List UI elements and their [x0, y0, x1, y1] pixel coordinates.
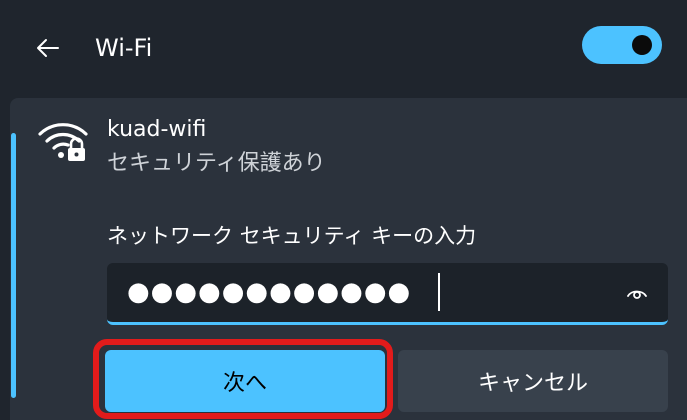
wifi-toggle[interactable] — [582, 26, 662, 64]
reveal-password-button[interactable] — [624, 281, 650, 303]
cancel-button[interactable]: キャンセル — [398, 350, 668, 412]
text-caret — [438, 273, 440, 311]
security-key-input[interactable]: ●●●●●●●●●●●● — [107, 263, 668, 325]
eye-icon — [627, 290, 647, 299]
wifi-secured-icon — [38, 123, 88, 161]
wifi-header: Wi-Fi — [0, 0, 687, 98]
next-button[interactable]: 次へ — [105, 350, 385, 412]
back-button[interactable] — [28, 30, 68, 66]
security-key-label: ネットワーク セキュリティ キーの入力 — [107, 224, 477, 248]
network-name: kuad-wifi — [107, 117, 207, 142]
wifi-flyout: Wi-Fi kuad-wifi セキュリティ保護あり ネットワーク セキュリティ… — [0, 0, 687, 420]
selection-accent-bar — [11, 133, 16, 398]
page-title: Wi-Fi — [95, 34, 153, 62]
arrow-left-icon — [37, 39, 59, 57]
masked-password: ●●●●●●●●●●●● — [127, 277, 412, 307]
network-security-status: セキュリティ保護あり — [107, 151, 326, 176]
toggle-knob — [632, 35, 652, 55]
